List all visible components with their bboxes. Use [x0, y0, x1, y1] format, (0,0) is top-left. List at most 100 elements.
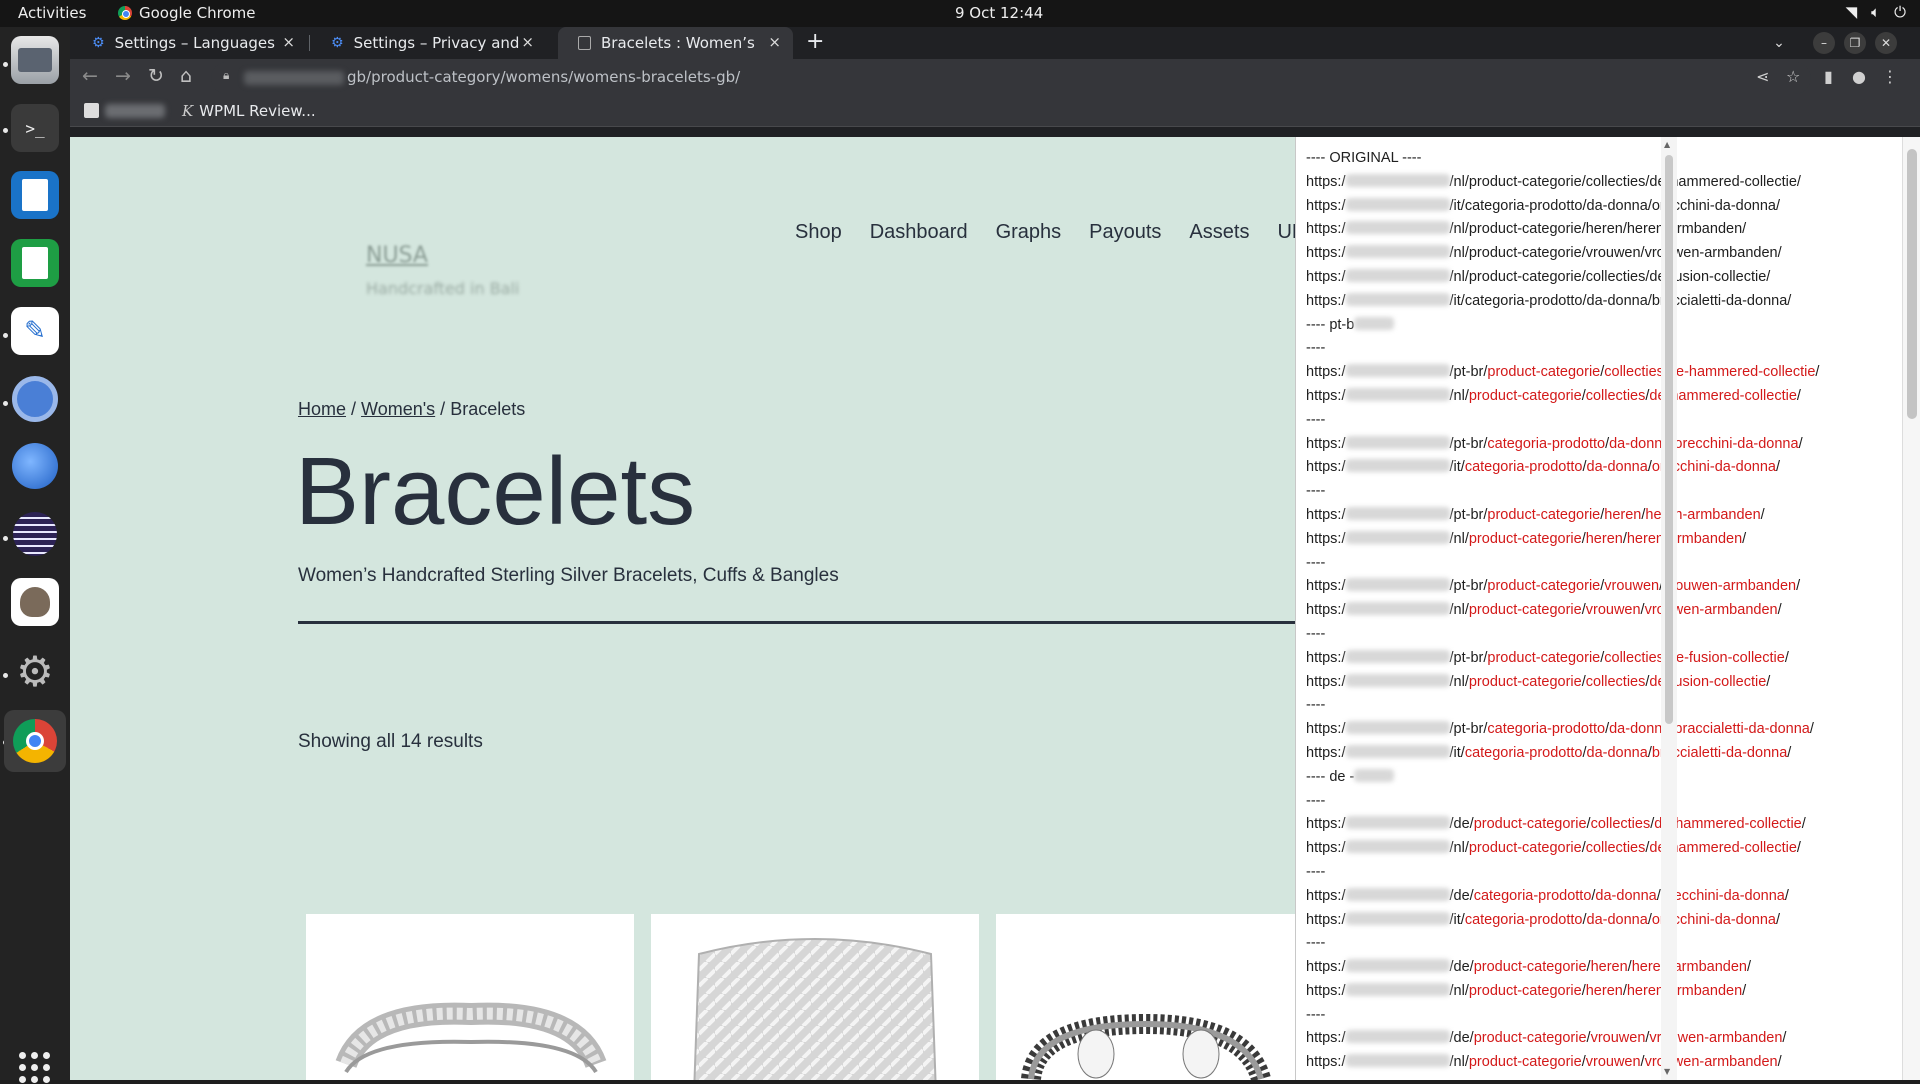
line-text: ---- [1306, 863, 1326, 880]
url-segment: vrouwen [1590, 1030, 1646, 1047]
url-lang: de [1453, 887, 1470, 904]
product-card[interactable] [306, 914, 634, 1080]
url-segment: da-donna [1586, 744, 1648, 761]
url-line: https://nl/product-categorie/collecties/… [1306, 385, 1876, 409]
text-editor-icon[interactable]: ✎ [11, 307, 59, 355]
menu-item-shop[interactable]: Shop [795, 221, 842, 244]
calc-icon[interactable] [11, 239, 59, 287]
redacted-domain [1345, 530, 1450, 544]
url-segment: collecties [1585, 840, 1646, 857]
activities-button[interactable]: Activities [18, 4, 86, 22]
gimp-icon[interactable] [11, 578, 59, 626]
profile-icon[interactable]: ● [1852, 67, 1866, 86]
page-title: Bracelets [295, 438, 696, 545]
menu-icon[interactable]: ⋮ [1882, 67, 1898, 86]
url-segment: product-categorie [1487, 364, 1601, 381]
product-card[interactable] [651, 914, 979, 1080]
url-segment: categoria-prodotto [1464, 744, 1583, 761]
url-segment: collecties [1604, 649, 1664, 666]
url-line: https://it/categoria-prodotto/da-donna/b… [1306, 742, 1876, 766]
redacted-domain [1345, 840, 1450, 854]
chrome-icon[interactable] [4, 710, 66, 772]
menu-item-payouts[interactable]: Payouts [1089, 221, 1161, 244]
scroll-down-icon[interactable]: ▼ [1664, 1067, 1670, 1076]
menu-item-dashboard[interactable]: Dashboard [870, 221, 968, 244]
minimize-icon[interactable]: – [1813, 32, 1835, 54]
menu-item-graphs[interactable]: Graphs [996, 221, 1062, 244]
bookmark-star-icon[interactable]: ☆ [1786, 67, 1800, 86]
url-lang: de [1453, 959, 1470, 976]
url-slash: / [1796, 578, 1801, 595]
eclipse-icon[interactable] [11, 510, 59, 558]
running-indicator [3, 62, 8, 67]
show-apps-icon[interactable] [19, 1052, 51, 1084]
settings-icon[interactable]: ⚙ [11, 647, 59, 696]
page-viewport: NUSA Handcrafted in Bali Shop Dashboard … [70, 137, 1920, 1080]
redacted-domain [1345, 506, 1450, 520]
url-scheme: https:/ [1306, 268, 1346, 285]
share-icon[interactable]: ⋖ [1756, 67, 1769, 86]
forward-icon[interactable]: → [115, 65, 131, 87]
url-line: https://pt-br/product-categorie/vrouwen/… [1306, 575, 1876, 599]
url-segment: orecchini-da-donna [1660, 887, 1785, 904]
separator-line: ---- [1306, 790, 1876, 814]
panel-scrollbar[interactable]: ▲ ▼ [1661, 137, 1677, 1080]
site-logo[interactable]: NUSA [366, 243, 428, 268]
bookmark-item[interactable] [84, 103, 165, 118]
tab-search-icon[interactable]: ⌄ [1768, 32, 1790, 54]
restore-icon[interactable]: ❐ [1844, 32, 1866, 54]
product-card[interactable] [996, 914, 1295, 1080]
url-lang: pt-br [1453, 578, 1484, 595]
url-segment: vrouwen [1585, 245, 1641, 262]
app-menu[interactable]: Google Chrome [118, 4, 256, 22]
tab-settings-languages[interactable]: ⚙ Settings – Languages × [72, 27, 307, 59]
breadcrumb-womens[interactable]: Women's [361, 399, 435, 419]
tab-bracelets[interactable]: Bracelets : Women’s Handcrafted × [558, 27, 793, 59]
chromium-icon[interactable] [11, 375, 59, 423]
separator-line: ---- [1306, 409, 1876, 433]
back-icon[interactable]: ← [82, 65, 98, 87]
reload-icon[interactable]: ↻ [148, 65, 164, 87]
close-icon[interactable]: × [521, 33, 534, 51]
url-lang: pt-br [1453, 435, 1484, 452]
terminal-icon[interactable]: >_ [11, 104, 59, 152]
menu-item-assets[interactable]: Assets [1189, 221, 1249, 244]
new-tab-button[interactable]: + [806, 29, 824, 54]
breadcrumb-home[interactable]: Home [298, 399, 346, 419]
close-window-icon[interactable]: ✕ [1875, 32, 1897, 54]
scroll-up-icon[interactable]: ▲ [1664, 140, 1670, 149]
browser-toolbar: ← → ↻ ⌂ 🔒︎ gb/product-category/womens/wo… [70, 59, 1920, 97]
redacted-domain [1345, 197, 1450, 211]
writer-icon[interactable] [11, 171, 59, 219]
bookmark-wpml[interactable]: K WPML Review... [182, 102, 316, 120]
url-scheme: https:/ [1306, 459, 1346, 476]
scrollbar-thumb[interactable] [1907, 149, 1917, 419]
clock[interactable]: 9 Oct 12:44 [955, 4, 1043, 22]
files-icon[interactable] [11, 36, 59, 84]
tab-settings-privacy[interactable]: ⚙ Settings – Privacy and security × [311, 27, 546, 59]
url-scheme: https:/ [1306, 721, 1346, 738]
url-line: https://de/categoria-prodotto/da-donna/o… [1306, 885, 1876, 909]
url-slash: / [1782, 1030, 1787, 1047]
thunderbird-icon[interactable] [11, 442, 59, 490]
separator-line: ---- [1306, 694, 1876, 718]
address-bar[interactable]: 🔒︎ gb/product-category/womens/womens-bra… [211, 62, 1811, 94]
lock-icon[interactable]: 🔒︎ [223, 68, 229, 83]
scrollbar-thumb[interactable] [1665, 155, 1673, 724]
breadcrumb-current: Bracelets [450, 399, 526, 419]
gear-icon: ⚙ [331, 35, 344, 51]
url-line: https://it/categoria-prodotto/da-donna/b… [1306, 290, 1876, 314]
page-scrollbar[interactable] [1902, 137, 1920, 1080]
url-lang: pt-br [1453, 364, 1484, 381]
url-scheme: https:/ [1306, 197, 1346, 214]
side-panel-icon[interactable]: ▮ [1824, 67, 1833, 86]
running-indicator [3, 128, 8, 133]
home-icon[interactable]: ⌂ [180, 65, 192, 87]
close-icon[interactable]: × [768, 33, 781, 51]
system-tray[interactable]: ◥ 🔈︎ ⏻ [1846, 3, 1906, 21]
url-slash: / [1775, 459, 1781, 476]
running-indicator [3, 536, 8, 541]
redacted-domain [1345, 221, 1450, 235]
url-segment: vrouwen [1585, 602, 1641, 619]
close-icon[interactable]: × [282, 33, 295, 51]
